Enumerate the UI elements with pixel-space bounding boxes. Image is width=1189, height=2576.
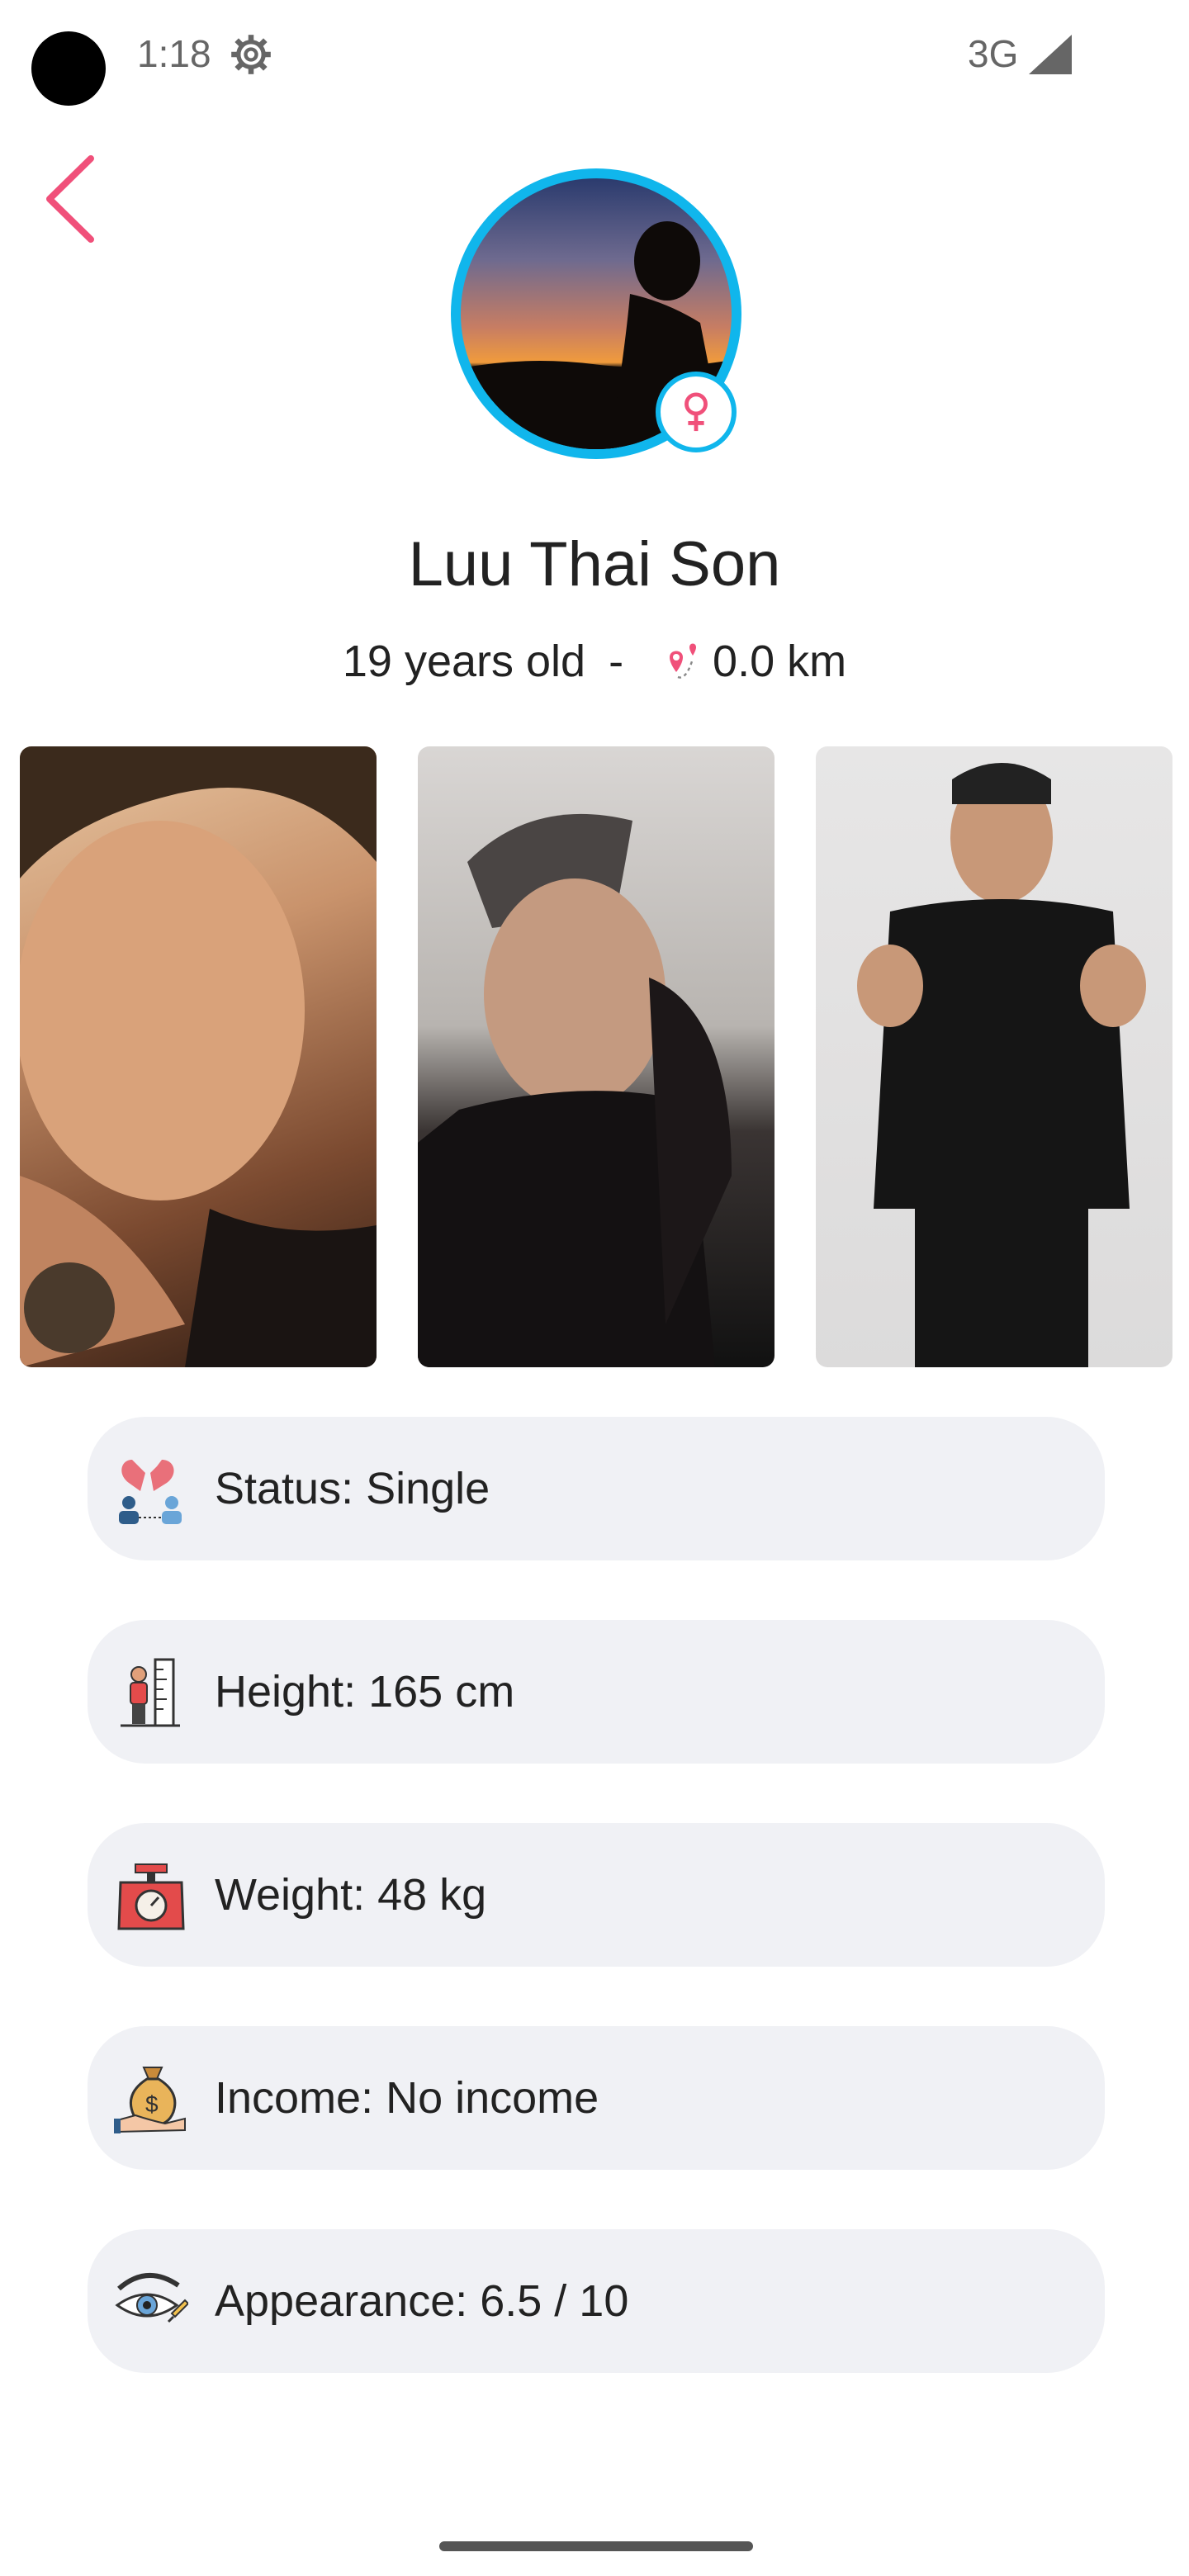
svg-text:$: $	[145, 2091, 159, 2117]
gender-badge	[656, 372, 737, 452]
status-bar: 1:18 3G	[0, 0, 1189, 116]
female-icon	[685, 392, 708, 432]
status-text: Status: Single	[215, 1464, 490, 1513]
eye-pencil-icon	[114, 2264, 188, 2338]
status-time: 1:18	[137, 32, 211, 75]
age-text: 19 years old	[342, 637, 586, 686]
network-type: 3G	[968, 32, 1019, 75]
broken-heart-icon	[114, 1451, 188, 1526]
profile-meta: 19 years old - 0.0 km	[0, 636, 1189, 687]
gallery-photo-2[interactable]	[418, 746, 775, 1367]
location-pin-icon	[660, 641, 699, 682]
photo-gallery	[20, 746, 1176, 1367]
meta-separator: -	[609, 637, 624, 686]
income-text: Income: No income	[215, 2073, 599, 2123]
chevron-left-icon	[46, 155, 94, 243]
appearance-text: Appearance: 6.5 / 10	[215, 2276, 629, 2326]
signal-icon	[1029, 35, 1072, 78]
status-row: Status: Single	[88, 1417, 1105, 1560]
height-text: Height: 165 cm	[215, 1667, 515, 1717]
weighing-scale-icon	[114, 1858, 188, 1932]
camera-cutout	[31, 31, 106, 106]
profile-avatar[interactable]	[451, 168, 741, 459]
height-ruler-icon	[114, 1655, 188, 1729]
distance-text: 0.0 km	[713, 637, 847, 686]
gallery-photo-1[interactable]	[20, 746, 377, 1367]
weight-text: Weight: 48 kg	[215, 1870, 487, 1920]
height-row: Height: 165 cm	[88, 1620, 1105, 1764]
weight-row: Weight: 48 kg	[88, 1823, 1105, 1967]
home-indicator[interactable]	[439, 2541, 753, 2551]
gallery-photo-3[interactable]	[816, 746, 1172, 1367]
money-bag-icon: $	[114, 2061, 188, 2135]
appearance-row: Appearance: 6.5 / 10	[88, 2229, 1105, 2373]
settings-gear-icon	[230, 33, 272, 80]
income-row: $ Income: No income	[88, 2026, 1105, 2170]
profile-name: Luu Thai Son	[408, 529, 781, 599]
back-button[interactable]	[41, 154, 99, 249]
